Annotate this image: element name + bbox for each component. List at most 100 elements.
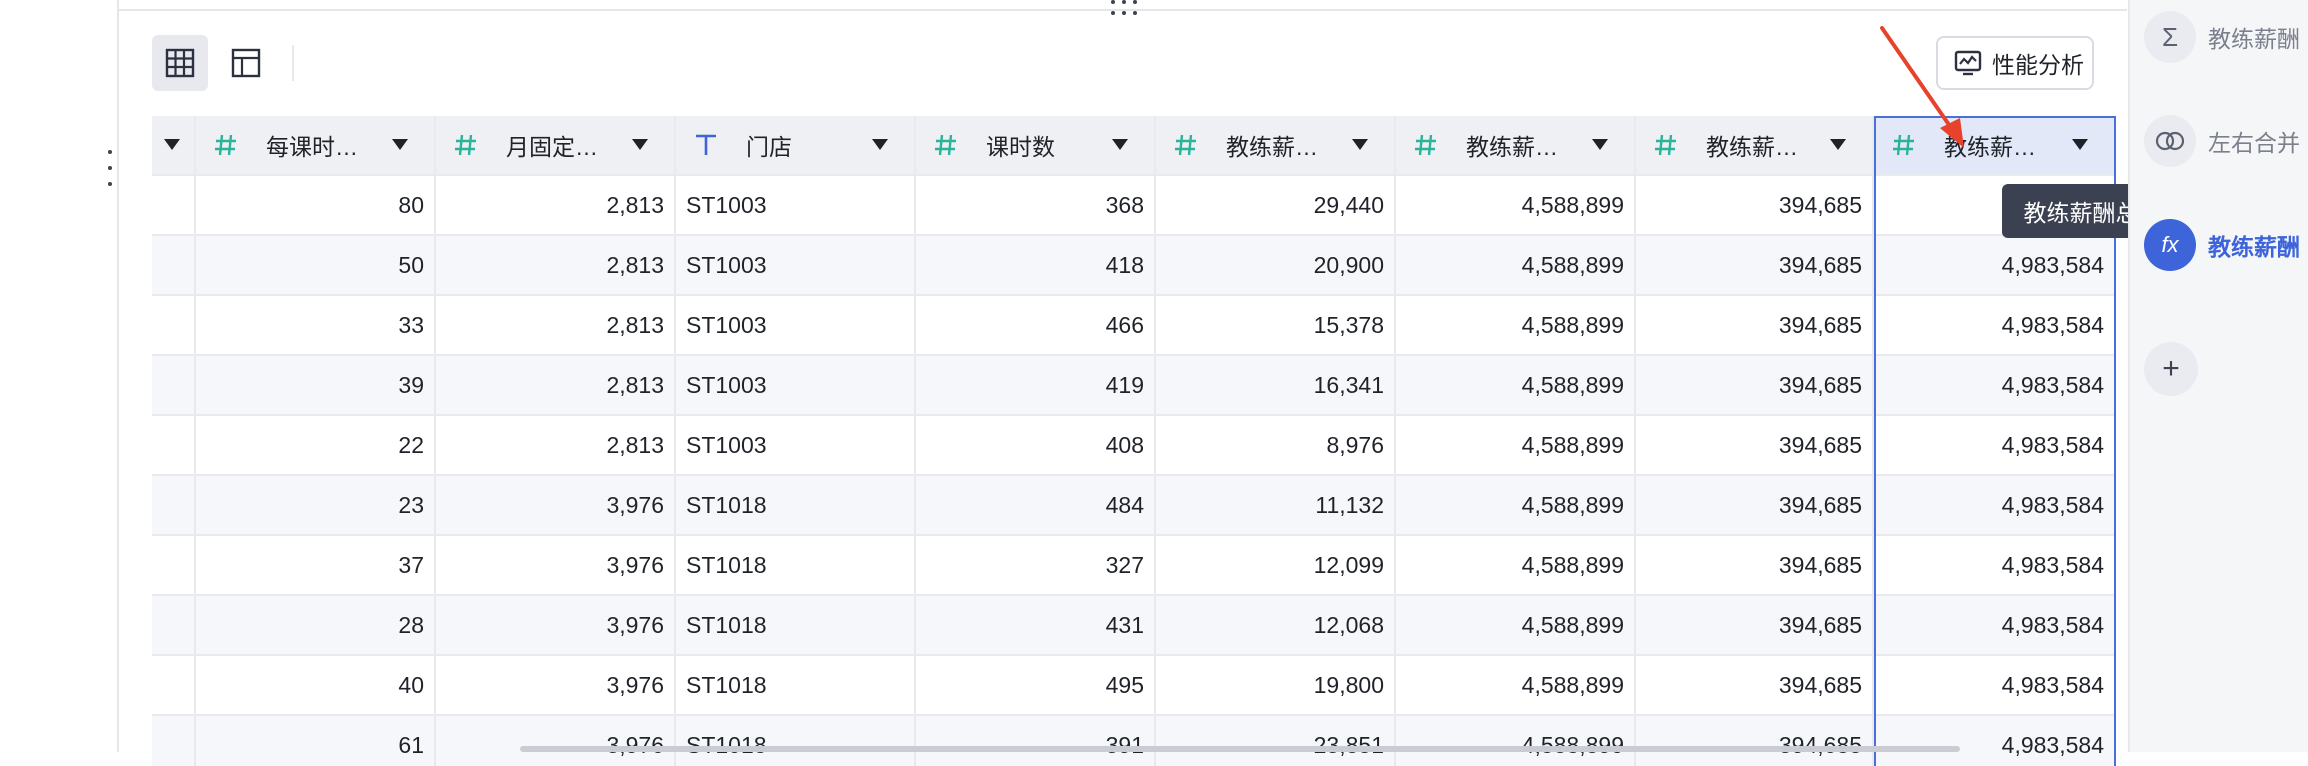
table-cell[interactable]: 4,983,584 — [1874, 536, 2116, 596]
table-cell[interactable]: 4,983,584 — [1874, 596, 2116, 656]
table-cell[interactable]: 4,588,899 — [1396, 236, 1636, 296]
table-cell[interactable]: 4,983,584 — [1874, 296, 2116, 356]
table-cell[interactable]: 4,588,899 — [1396, 296, 1636, 356]
table-cell[interactable]: 29,440 — [1156, 176, 1396, 236]
drag-handle-icon[interactable] — [1108, 0, 1140, 18]
table-cell[interactable]: 4,588,899 — [1396, 176, 1636, 236]
table-cell[interactable]: 4,983,584 — [1874, 716, 2116, 766]
table-cell[interactable]: 394,685 — [1636, 416, 1874, 476]
table-cell[interactable]: 431 — [916, 596, 1156, 656]
table-cell[interactable]: 4,983,584 — [1874, 656, 2116, 716]
table-cell[interactable] — [152, 656, 196, 716]
table-cell[interactable]: 4,588,899 — [1396, 656, 1636, 716]
table-cell[interactable]: 2,813 — [436, 416, 676, 476]
table-cell[interactable]: 4,588,899 — [1396, 716, 1636, 766]
column-menu-caret-icon[interactable] — [872, 139, 888, 150]
table-cell[interactable]: 466 — [916, 296, 1156, 356]
column-header[interactable]: 课时数 — [916, 116, 1156, 176]
table-cell[interactable]: 4,588,899 — [1396, 596, 1636, 656]
column-header[interactable]: 教练薪… — [1156, 116, 1396, 176]
table-cell[interactable]: ST1018 — [676, 536, 916, 596]
table-cell[interactable]: 394,685 — [1636, 356, 1874, 416]
table-cell[interactable]: 394,685 — [1636, 596, 1874, 656]
table-cell[interactable]: 368 — [916, 176, 1156, 236]
layout-view-button[interactable] — [218, 35, 274, 91]
table-cell[interactable]: 394,685 — [1636, 236, 1874, 296]
table-cell[interactable]: 3,976 — [436, 596, 676, 656]
column-menu-caret-icon[interactable] — [632, 139, 648, 150]
table-cell[interactable]: 484 — [916, 476, 1156, 536]
table-cell[interactable]: 20,900 — [1156, 236, 1396, 296]
table-cell[interactable]: 50 — [196, 236, 436, 296]
column-menu-caret-icon[interactable] — [164, 139, 180, 150]
table-cell[interactable]: 22 — [196, 416, 436, 476]
table-cell[interactable]: 4,983,584 — [1874, 236, 2116, 296]
table-cell[interactable] — [152, 596, 196, 656]
table-cell[interactable]: 394,685 — [1636, 656, 1874, 716]
table-cell[interactable]: 4,983,584 — [1874, 356, 2116, 416]
table-cell[interactable]: 12,068 — [1156, 596, 1396, 656]
table-cell[interactable]: 19,800 — [1156, 656, 1396, 716]
column-menu-caret-icon[interactable] — [1352, 139, 1368, 150]
table-cell[interactable]: 394,685 — [1636, 176, 1874, 236]
column-header[interactable]: 月固定… — [436, 116, 676, 176]
table-cell[interactable]: ST1018 — [676, 716, 916, 766]
table-cell[interactable]: 391 — [916, 716, 1156, 766]
table-cell[interactable]: 4,588,899 — [1396, 356, 1636, 416]
column-menu-caret-icon[interactable] — [1592, 139, 1608, 150]
table-cell[interactable] — [152, 176, 196, 236]
table-cell[interactable]: ST1003 — [676, 176, 916, 236]
table-cell[interactable] — [152, 236, 196, 296]
table-cell[interactable]: 12,099 — [1156, 536, 1396, 596]
table-cell[interactable]: 8,976 — [1156, 416, 1396, 476]
table-cell[interactable]: ST1018 — [676, 476, 916, 536]
table-cell[interactable]: 394,685 — [1636, 536, 1874, 596]
right-panel-item-formula[interactable]: fx 教练薪酬 — [2144, 218, 2300, 272]
table-cell[interactable]: 3,976 — [436, 536, 676, 596]
grid-view-button[interactable] — [152, 35, 208, 91]
table-cell[interactable]: ST1003 — [676, 356, 916, 416]
table-cell[interactable]: 394,685 — [1636, 296, 1874, 356]
table-cell[interactable]: 23 — [196, 476, 436, 536]
table-cell[interactable]: 2,813 — [436, 176, 676, 236]
table-cell[interactable] — [152, 356, 196, 416]
table-cell[interactable]: 4,588,899 — [1396, 476, 1636, 536]
table-cell[interactable]: 2,813 — [436, 236, 676, 296]
column-menu-caret-icon[interactable] — [2072, 139, 2088, 150]
horizontal-scrollbar[interactable] — [520, 746, 1960, 752]
table-cell[interactable]: 11,132 — [1156, 476, 1396, 536]
table-cell[interactable]: 327 — [916, 536, 1156, 596]
table-cell[interactable] — [152, 296, 196, 356]
table-cell[interactable]: 3,976 — [436, 716, 676, 766]
right-panel-item-sum[interactable]: Σ 教练薪酬 — [2144, 10, 2300, 64]
table-cell[interactable]: ST1003 — [676, 236, 916, 296]
table-cell[interactable]: 408 — [916, 416, 1156, 476]
table-cell[interactable] — [152, 716, 196, 766]
table-cell[interactable]: 418 — [916, 236, 1156, 296]
table-cell[interactable]: ST1003 — [676, 416, 916, 476]
table-cell[interactable]: ST1018 — [676, 596, 916, 656]
table-cell[interactable]: 3,976 — [436, 476, 676, 536]
table-cell[interactable]: 4,588,899 — [1396, 416, 1636, 476]
add-step-button[interactable]: + — [2144, 342, 2198, 396]
table-cell[interactable]: 39 — [196, 356, 436, 416]
column-menu-caret-icon[interactable] — [392, 139, 408, 150]
table-cell[interactable]: 4,588,899 — [1396, 536, 1636, 596]
table-cell[interactable]: 28 — [196, 596, 436, 656]
table-cell[interactable]: 3,976 — [436, 656, 676, 716]
table-cell[interactable] — [152, 476, 196, 536]
table-cell[interactable]: 15,378 — [1156, 296, 1396, 356]
column-header[interactable]: 每课时… — [196, 116, 436, 176]
table-cell[interactable] — [152, 536, 196, 596]
table-cell[interactable]: 37 — [196, 536, 436, 596]
column-menu-caret-icon[interactable] — [1830, 139, 1846, 150]
table-cell[interactable]: 4,983,584 — [1874, 416, 2116, 476]
table-cell[interactable]: 4,983,584 — [1874, 476, 2116, 536]
table-cell[interactable]: 40 — [196, 656, 436, 716]
table-cell[interactable]: ST1003 — [676, 296, 916, 356]
table-cell[interactable]: 394,685 — [1636, 476, 1874, 536]
table-cell[interactable]: 495 — [916, 656, 1156, 716]
table-cell[interactable]: 2,813 — [436, 296, 676, 356]
table-cell[interactable]: 80 — [196, 176, 436, 236]
table-cell[interactable] — [152, 416, 196, 476]
